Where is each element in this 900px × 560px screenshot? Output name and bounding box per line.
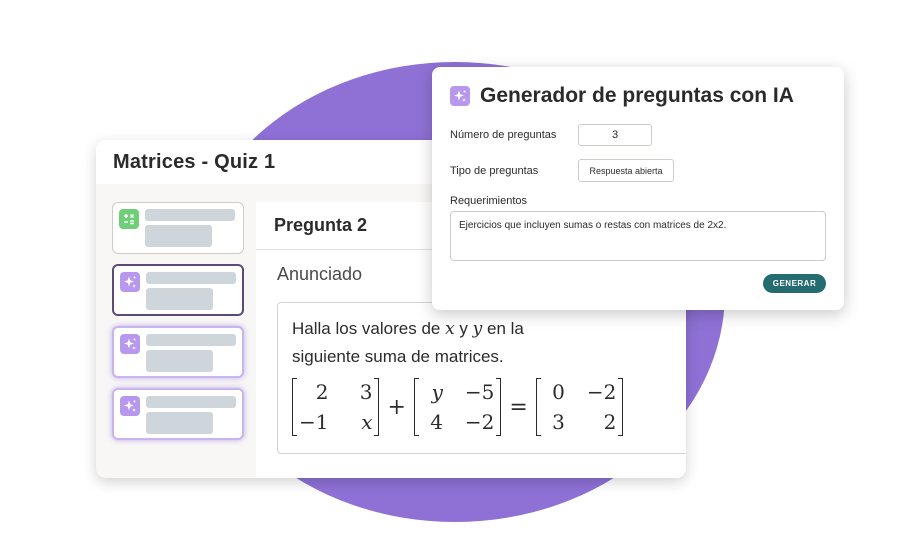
thumbnail-title-placeholder [146, 272, 236, 284]
calculator-icon [119, 209, 139, 229]
thumbnail-body-placeholder [146, 288, 213, 310]
question-type-label: Tipo de preguntas [450, 165, 539, 177]
matrix-cell: −5 [464, 380, 495, 404]
num-questions-input[interactable]: 3 [578, 124, 652, 146]
question-type-select[interactable]: Respuesta abierta [578, 159, 674, 182]
matrix-cell: −1 [299, 410, 329, 434]
stage: Matrices - Quiz 1 Pregunta 2 Anunciado H… [0, 0, 900, 560]
ai-generator-header: Generador de preguntas con IA [450, 84, 794, 108]
generate-button[interactable]: GENERAR [763, 274, 826, 293]
thumbnail-title-placeholder [146, 334, 236, 346]
matrix-c: 0 −2 3 2 [535, 378, 624, 436]
matrix-cell: 3 [359, 380, 373, 404]
statement-label: Anunciado [277, 264, 363, 284]
equals-operator: = [509, 394, 528, 420]
matrix-cell: −2 [586, 380, 617, 404]
sparkle-icon [120, 272, 140, 292]
matrix-a: 2 3 −1 x [292, 378, 380, 436]
requirements-textarea[interactable]: Ejercicios que incluyen sumas o restas c… [450, 211, 826, 261]
matrix-cell: 2 [603, 410, 617, 434]
word-and: y [459, 319, 468, 338]
thumbnail-body-placeholder [146, 350, 213, 372]
variable-y: y [472, 319, 483, 339]
plus-operator: + [387, 394, 406, 420]
ai-generator-card: Generador de preguntas con IA Número de … [432, 67, 844, 310]
question-thumbnail-1[interactable] [112, 202, 244, 254]
requirements-label: Requerimientos [450, 195, 528, 207]
matrix-cell: 3 [552, 410, 565, 434]
matrix-cell: −2 [464, 410, 495, 434]
matrix-cell: 0 [552, 380, 565, 404]
thumbnail-title-placeholder [146, 396, 236, 408]
quiz-title: Matrices - Quiz 1 [113, 150, 276, 173]
question-thumbnail-2[interactable] [112, 264, 244, 316]
ai-generator-title: Generador de preguntas con IA [480, 84, 794, 107]
question-text-before: Halla los valores de [292, 319, 441, 338]
thumbnail-body-placeholder [145, 225, 212, 247]
variable-x: x [445, 319, 455, 339]
question-thumbnail-4[interactable] [112, 388, 244, 440]
question-text: Halla los valores de x y y en la siguien… [292, 315, 582, 370]
thumbnail-body-placeholder [146, 412, 213, 434]
thumbnail-title-placeholder [145, 209, 235, 221]
matrix-cell: x [361, 410, 373, 434]
statement-box[interactable]: Halla los valores de x y y en la siguien… [277, 302, 686, 454]
sparkle-icon [120, 396, 140, 416]
matrix-cell: 4 [430, 410, 443, 434]
question-thumbnail-3[interactable] [112, 326, 244, 378]
matrix-cell: y [431, 380, 443, 404]
matrix-b: y −5 4 −2 [413, 378, 502, 436]
sparkle-icon [450, 86, 470, 106]
matrix-equation: 2 3 −1 x + y −5 4 −2 = 0 −2 3 2 [292, 378, 682, 436]
num-questions-label: Número de preguntas [450, 129, 557, 141]
sparkle-icon [120, 334, 140, 354]
matrix-cell: 2 [315, 380, 329, 404]
